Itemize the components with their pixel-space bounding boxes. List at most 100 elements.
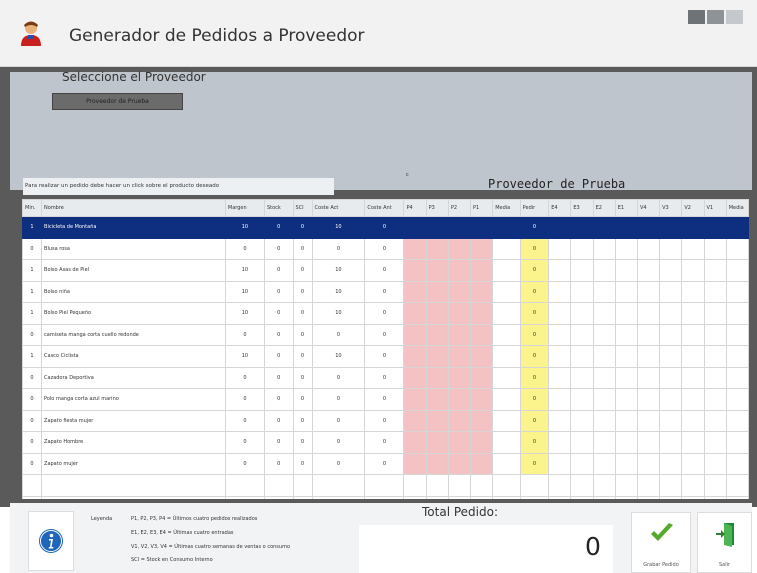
table-cell: [492, 366, 521, 389]
table-cell: 0: [311, 237, 366, 260]
save-order-button[interactable]: Grabar Pedido: [631, 512, 691, 573]
empty-cell: [636, 495, 661, 499]
table-cell: [681, 280, 705, 303]
table-row[interactable]: 1 Bolso Piel Pequeño 10 0 0 10 0 0: [22, 302, 749, 325]
table-cell: [614, 216, 638, 239]
close-button[interactable]: [726, 10, 743, 24]
column-header[interactable]: Margen: [224, 199, 265, 217]
table-cell: [425, 366, 449, 389]
column-header[interactable]: SCI: [292, 199, 313, 217]
table-cell: 10: [311, 345, 366, 368]
table-cell: [703, 409, 727, 432]
column-header[interactable]: Coste Ant: [364, 199, 405, 217]
column-header[interactable]: E2: [592, 199, 616, 217]
table-cell: [570, 259, 594, 282]
table-cell: 1: [22, 345, 43, 368]
column-header[interactable]: P3: [425, 199, 449, 217]
column-header[interactable]: Nombre: [41, 199, 226, 217]
table-row[interactable]: 1 Bolso niña 10 0 0 10 0 0: [22, 280, 749, 303]
table-cell: [403, 302, 427, 325]
column-header[interactable]: V4: [636, 199, 661, 217]
table-cell: [447, 409, 472, 432]
table-cell: [425, 388, 449, 411]
empty-cell: [22, 474, 43, 497]
column-header[interactable]: Media: [492, 199, 521, 217]
table-cell: 0: [292, 409, 313, 432]
table-cell: [548, 388, 572, 411]
table-cell: [447, 366, 472, 389]
table-row[interactable]: 0 Zapato Hombre 0 0 0 0 0 0: [22, 431, 749, 454]
table-row[interactable]: 1 Casco Ciclista 10 0 0 10 0 0: [22, 345, 749, 368]
table-row[interactable]: 1 Bolso Asas de Piel 10 0 0 10 0 0: [22, 259, 749, 282]
exit-button[interactable]: Salir: [697, 512, 752, 573]
empty-cell: [470, 474, 494, 497]
table-cell: [725, 302, 749, 325]
table-row[interactable]: 1 Bicicleta de Montaña 10 0 0 10 0 0: [22, 216, 749, 239]
table-cell: 1: [22, 302, 43, 325]
total-box: [359, 525, 613, 573]
empty-cell: [425, 474, 449, 497]
table-cell: 0: [22, 409, 43, 432]
marker-text: c: [406, 172, 409, 178]
maximize-button[interactable]: [707, 10, 724, 24]
empty-cell: [447, 495, 472, 499]
user-icon: [21, 21, 41, 46]
table-cell: [703, 280, 727, 303]
info-button[interactable]: [28, 511, 74, 571]
column-header[interactable]: Coste Act: [311, 199, 366, 217]
column-header[interactable]: Media: [725, 199, 749, 217]
column-header[interactable]: V1: [703, 199, 727, 217]
table-cell: 0: [311, 431, 366, 454]
table-cell: [703, 302, 727, 325]
products-grid[interactable]: Min. Nombre Margen Stock SCI Coste Act Coste A…: [22, 199, 749, 499]
minimize-button[interactable]: [688, 10, 705, 24]
table-cell: 10: [224, 345, 265, 368]
table-cell: 0: [519, 280, 550, 303]
column-header[interactable]: V3: [659, 199, 683, 217]
total-label: Total Pedido:: [422, 505, 498, 519]
table-row[interactable]: 0 Zapato fiesta mujer 0 0 0 0 0 0: [22, 409, 749, 432]
column-header[interactable]: Pedir: [519, 199, 550, 217]
table-cell: [681, 302, 705, 325]
window-controls: [688, 10, 743, 24]
table-row[interactable]: 0 Blusa rosa 0 0 0 0 0 0: [22, 237, 749, 260]
table-cell: [470, 237, 494, 260]
empty-row: [22, 474, 749, 497]
table-row[interactable]: 0 camiseta manga corta cuello redonde 0 0 0 0…: [22, 323, 749, 346]
column-header[interactable]: P4: [403, 199, 427, 217]
column-header[interactable]: V2: [681, 199, 705, 217]
table-cell: [614, 280, 638, 303]
column-header[interactable]: P1: [470, 199, 494, 217]
table-cell: 0: [22, 366, 43, 389]
column-header[interactable]: E1: [614, 199, 638, 217]
table-cell: Bolso Piel Pequeño: [41, 302, 226, 325]
table-cell: [659, 216, 683, 239]
table-cell: [659, 452, 683, 475]
table-cell: [614, 345, 638, 368]
table-cell: [614, 323, 638, 346]
table-cell: Blusa rosa: [41, 237, 226, 260]
column-header[interactable]: E4: [548, 199, 572, 217]
table-cell: 10: [311, 216, 366, 239]
table-row[interactable]: 0 Polo manga corta azul marino 0 0 0 0 0 0: [22, 388, 749, 411]
empty-cell: [703, 495, 727, 499]
table-cell: [470, 259, 494, 282]
column-header[interactable]: E3: [570, 199, 594, 217]
table-cell: [659, 345, 683, 368]
table-cell: [681, 388, 705, 411]
table-cell: 0: [263, 259, 294, 282]
table-cell: 0: [311, 366, 366, 389]
table-cell: [403, 388, 427, 411]
table-row[interactable]: 0 Zapato mujer 0 0 0 0 0 0: [22, 452, 749, 475]
table-row[interactable]: 0 Cazadora Deportiva 0 0 0 0 0 0: [22, 366, 749, 389]
column-header[interactable]: Min.: [22, 199, 43, 217]
column-header[interactable]: P2: [447, 199, 472, 217]
table-cell: [636, 216, 661, 239]
supplier-button[interactable]: Proveedor de Prueba: [52, 93, 183, 110]
table-cell: [636, 452, 661, 475]
table-cell: [570, 366, 594, 389]
table-cell: [548, 216, 572, 239]
table-cell: 0: [22, 237, 43, 260]
column-header[interactable]: Stock: [263, 199, 294, 217]
table-cell: [492, 409, 521, 432]
